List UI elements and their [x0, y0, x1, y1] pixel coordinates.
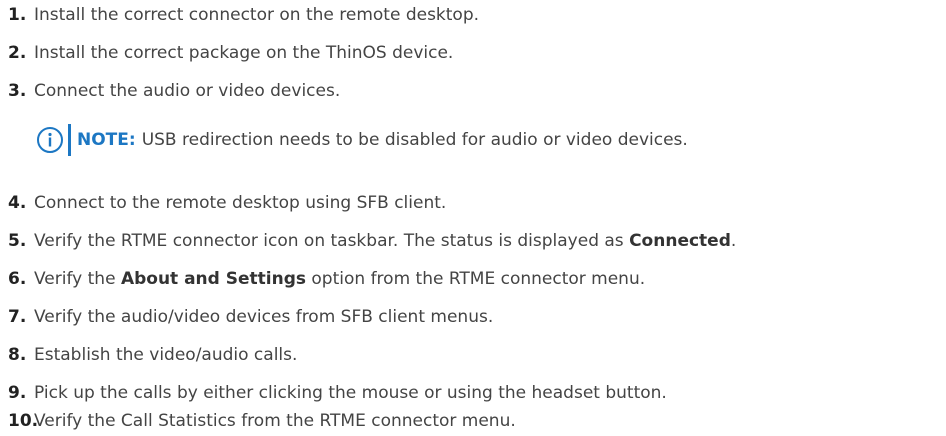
step-8: 8. Establish the video/audio calls. — [8, 343, 297, 367]
note-text: USB redirection needs to be disabled for… — [141, 130, 688, 150]
step-text-part: Verify the RTME connector icon on taskba… — [34, 231, 630, 251]
step-10: 10. Verify the Call Statistics from the … — [8, 409, 516, 433]
info-icon — [37, 127, 63, 153]
about-and-settings-option: About and Settings — [120, 269, 306, 289]
step-text: Verify the audio/video devices from SFB … — [34, 307, 494, 327]
step-5: 5. Verify the RTME connector icon on tas… — [8, 229, 736, 253]
step-text-part: Verify the — [34, 269, 121, 289]
step-text: Install the correct package on the ThinO… — [34, 43, 454, 63]
step-text-part: option from the RTME connector menu. — [306, 269, 646, 289]
step-number: 7. — [8, 307, 27, 327]
step-text: Connect to the remote desktop using SFB … — [34, 193, 447, 213]
step-6: 6. Verify the About and Settings option … — [8, 267, 645, 291]
step-9: 9. Pick up the calls by either clicking … — [8, 381, 667, 405]
step-text: Pick up the calls by either clicking the… — [34, 383, 667, 403]
step-number: 6. — [8, 269, 27, 289]
step-number: 5. — [8, 231, 27, 251]
step-number: 4. — [8, 193, 27, 213]
step-number: 8. — [8, 345, 27, 365]
step-text: Verify the Call Statistics from the RTME… — [34, 411, 516, 431]
note: NOTE: USB redirection needs to be disabl… — [36, 122, 688, 158]
step-number: 3. — [8, 81, 27, 101]
note-divider — [68, 124, 71, 156]
step-number: 1. — [8, 5, 27, 25]
step-4: 4. Connect to the remote desktop using S… — [8, 191, 446, 215]
step-text: Verify the About and Settings option fro… — [34, 269, 645, 289]
step-number: 10. — [8, 411, 39, 431]
note-label: NOTE: — [77, 130, 136, 150]
step-text-part: . — [730, 231, 737, 251]
step-text: Install the correct connector on the rem… — [34, 5, 480, 25]
step-text: Verify the RTME connector icon on taskba… — [34, 231, 736, 251]
step-text: Connect the audio or video devices. — [34, 81, 341, 101]
step-3: 3. Connect the audio or video devices. — [8, 79, 340, 103]
step-1: 1. Install the correct connector on the … — [8, 3, 479, 27]
step-2: 2. Install the correct package on the Th… — [8, 41, 453, 65]
step-text: Establish the video/audio calls. — [34, 345, 298, 365]
step-7: 7. Verify the audio/video devices from S… — [8, 305, 493, 329]
status-connected: Connected — [629, 231, 731, 251]
step-number: 2. — [8, 43, 27, 63]
step-number: 9. — [8, 383, 27, 403]
